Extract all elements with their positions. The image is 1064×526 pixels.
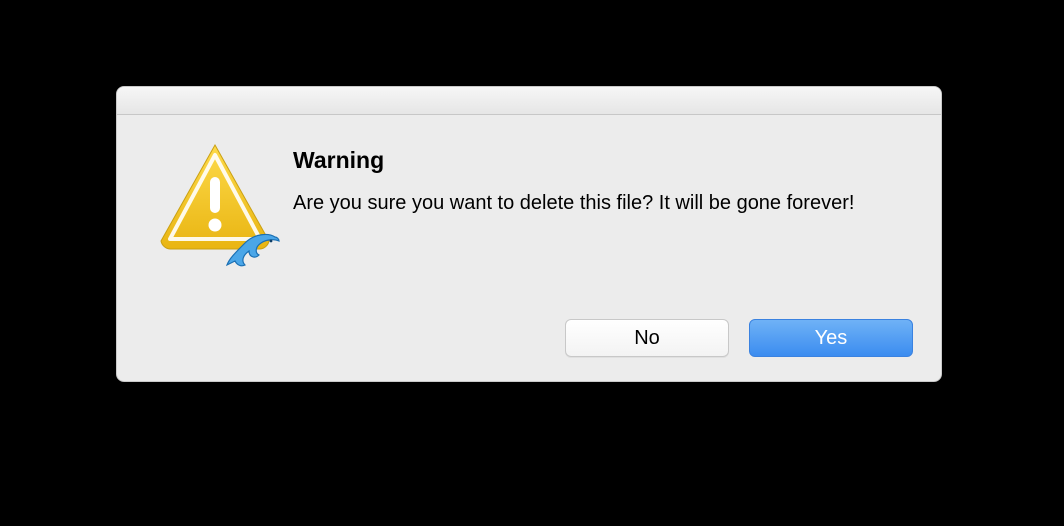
dialog-titlebar [117, 87, 941, 115]
desktop-background: Warning Are you sure you want to delete … [0, 0, 1064, 526]
warning-icon [155, 141, 275, 261]
dialog-icon-column [145, 141, 285, 261]
dialog-content: Warning Are you sure you want to delete … [117, 115, 941, 261]
dialog-button-row: No Yes [565, 319, 913, 357]
no-button[interactable]: No [565, 319, 729, 357]
alert-dialog: Warning Are you sure you want to delete … [116, 86, 942, 382]
dolphin-icon [225, 231, 281, 271]
dialog-text-column: Warning Are you sure you want to delete … [285, 141, 913, 261]
yes-button[interactable]: Yes [749, 319, 913, 357]
dialog-message: Are you sure you want to delete this fil… [293, 190, 905, 217]
dialog-title: Warning [293, 147, 905, 174]
